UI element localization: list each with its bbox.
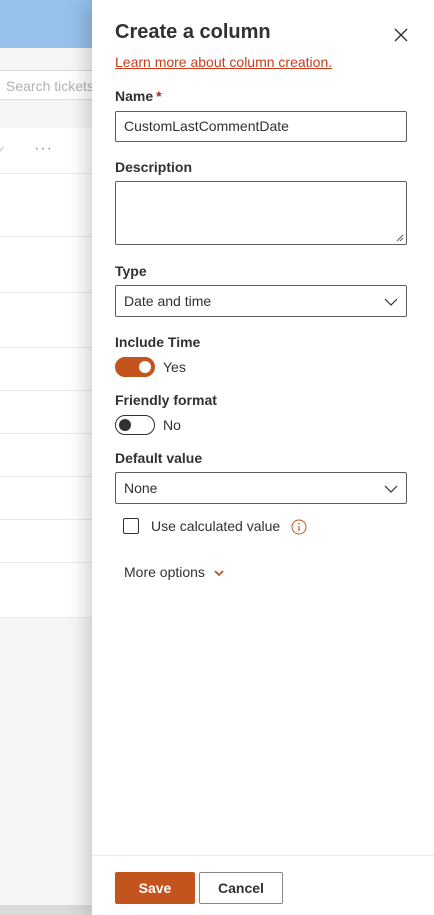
use-calculated-checkbox[interactable] (123, 518, 139, 534)
friendly-format-toggle[interactable] (115, 415, 155, 435)
more-options-button[interactable]: More options (124, 564, 225, 580)
background-page: Search tickets ✓ ··· (0, 0, 92, 915)
save-button[interactable]: Save (115, 872, 195, 904)
include-time-state: Yes (163, 359, 186, 375)
info-icon[interactable] (291, 519, 307, 535)
type-dropdown-value: Date and time (124, 293, 212, 309)
description-label: Description (115, 159, 193, 175)
learn-more-link[interactable]: Learn more about column creation. (115, 54, 332, 70)
more-options-label: More options (124, 564, 205, 580)
type-label: Type (115, 263, 147, 279)
description-textarea[interactable] (115, 181, 407, 245)
footer-divider (92, 855, 434, 856)
use-calculated-label[interactable]: Use calculated value (151, 518, 280, 534)
friendly-format-label: Friendly format (115, 392, 217, 408)
chevron-down-icon (214, 570, 224, 577)
default-value-dropdown-value: None (124, 480, 158, 496)
name-label: Name * (115, 88, 162, 104)
include-time-label: Include Time (115, 334, 201, 350)
create-column-panel: Create a column Learn more about column … (92, 0, 434, 915)
include-time-toggle[interactable] (115, 357, 155, 377)
friendly-format-state: No (163, 417, 181, 433)
toggle-knob (139, 361, 151, 373)
chevron-down-icon (384, 485, 398, 493)
default-value-dropdown[interactable]: None (115, 472, 407, 504)
cancel-button[interactable]: Cancel (199, 872, 283, 904)
required-mark: * (156, 88, 162, 104)
panel-title: Create a column (115, 21, 271, 43)
chevron-down-icon (384, 298, 398, 306)
overlay-dim (0, 0, 92, 915)
close-button[interactable] (390, 24, 412, 46)
toggle-knob (119, 419, 131, 431)
type-dropdown[interactable]: Date and time (115, 285, 407, 317)
resize-grip-icon[interactable] (396, 234, 404, 242)
default-value-label: Default value (115, 450, 203, 466)
name-input[interactable]: CustomLastCommentDate (115, 111, 407, 142)
close-icon (394, 28, 408, 42)
